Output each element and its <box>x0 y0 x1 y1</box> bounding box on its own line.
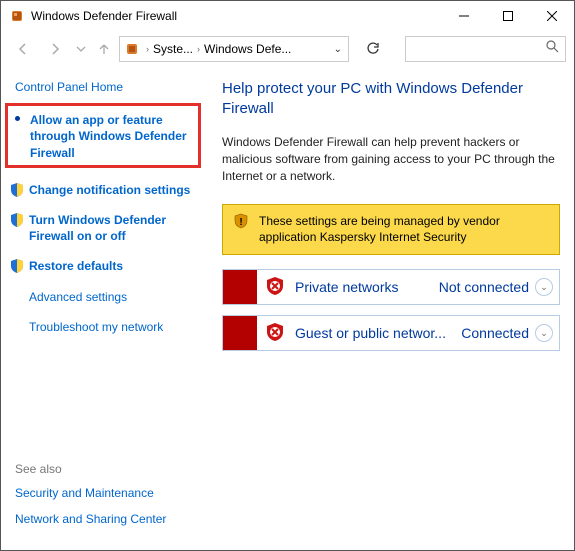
page-description: Windows Defender Firewall can help preve… <box>222 134 560 186</box>
nav-row: › Syste... › Windows Defe... ⌄ <box>1 31 574 67</box>
back-button[interactable] <box>9 35 37 63</box>
titlebar: Windows Defender Firewall <box>1 1 574 31</box>
breadcrumb-icon <box>124 41 140 57</box>
minimize-button[interactable] <box>442 1 486 31</box>
app-icon <box>9 8 25 24</box>
sidebar: Control Panel Home Allow an app or featu… <box>1 67 206 550</box>
link-troubleshoot[interactable]: Troubleshoot my network <box>11 319 200 335</box>
network-row-public[interactable]: Guest or public networ... Connected ⌄ <box>222 315 560 351</box>
status-block <box>223 316 257 350</box>
link-change-notif[interactable]: Change notification settings <box>11 182 200 198</box>
breadcrumb-item[interactable]: Windows Defe... <box>204 42 291 56</box>
expand-icon[interactable]: ⌄ <box>535 278 553 296</box>
link-cp-home[interactable]: Control Panel Home <box>11 79 200 95</box>
network-status: Connected <box>461 325 529 341</box>
forward-button[interactable] <box>41 35 69 63</box>
svg-text:!: ! <box>239 217 242 228</box>
expand-icon[interactable]: ⌄ <box>535 324 553 342</box>
breadcrumb[interactable]: › Syste... › Windows Defe... ⌄ <box>119 36 349 62</box>
content: Control Panel Home Allow an app or featu… <box>1 67 574 550</box>
main-pane: Help protect your PC with Windows Defend… <box>206 67 574 550</box>
network-status: Not connected <box>439 279 529 295</box>
blocked-shield-icon <box>265 276 287 299</box>
window-title: Windows Defender Firewall <box>31 9 442 23</box>
network-row-private[interactable]: Private networks Not connected ⌄ <box>222 269 560 305</box>
shield-icon <box>9 182 25 198</box>
refresh-button[interactable] <box>359 36 387 62</box>
banner-text: These settings are being managed by vend… <box>259 213 549 247</box>
network-label: Guest or public networ... <box>295 325 446 341</box>
chevron-right-icon: › <box>197 44 200 54</box>
vendor-banner: ! These settings are being managed by ve… <box>222 204 560 256</box>
see-also-heading: See also <box>11 462 200 476</box>
shield-icon <box>9 258 25 274</box>
close-button[interactable] <box>530 1 574 31</box>
recent-dropdown[interactable] <box>73 35 89 63</box>
status-block <box>223 270 257 304</box>
link-advanced[interactable]: Advanced settings <box>11 289 200 305</box>
bullet-icon <box>15 116 20 121</box>
breadcrumb-dropdown[interactable]: ⌄ <box>334 44 344 55</box>
link-label: Allow an app or feature through Windows … <box>30 113 187 159</box>
blocked-shield-icon <box>265 322 287 345</box>
page-heading: Help protect your PC with Windows Defend… <box>222 79 560 120</box>
link-network-sharing[interactable]: Network and Sharing Center <box>11 512 200 526</box>
maximize-button[interactable] <box>486 1 530 31</box>
link-turn-onoff[interactable]: Turn Windows Defender Firewall on or off <box>11 212 200 244</box>
search-input[interactable] <box>405 36 566 62</box>
search-icon <box>546 40 559 58</box>
link-allow-app[interactable]: Allow an app or feature through Windows … <box>12 112 194 161</box>
up-button[interactable] <box>93 35 115 63</box>
link-label: Change notification settings <box>29 183 190 197</box>
link-label: Turn Windows Defender Firewall on or off <box>29 213 166 243</box>
highlight-box: Allow an app or feature through Windows … <box>5 103 201 168</box>
warning-shield-icon: ! <box>233 213 249 247</box>
shield-icon <box>9 212 25 228</box>
link-security-maintenance[interactable]: Security and Maintenance <box>11 486 200 500</box>
chevron-right-icon: › <box>146 44 149 54</box>
network-label: Private networks <box>295 279 398 295</box>
link-restore-defaults[interactable]: Restore defaults <box>11 258 200 274</box>
link-label: Restore defaults <box>29 259 123 273</box>
breadcrumb-item[interactable]: Syste... <box>153 42 193 56</box>
